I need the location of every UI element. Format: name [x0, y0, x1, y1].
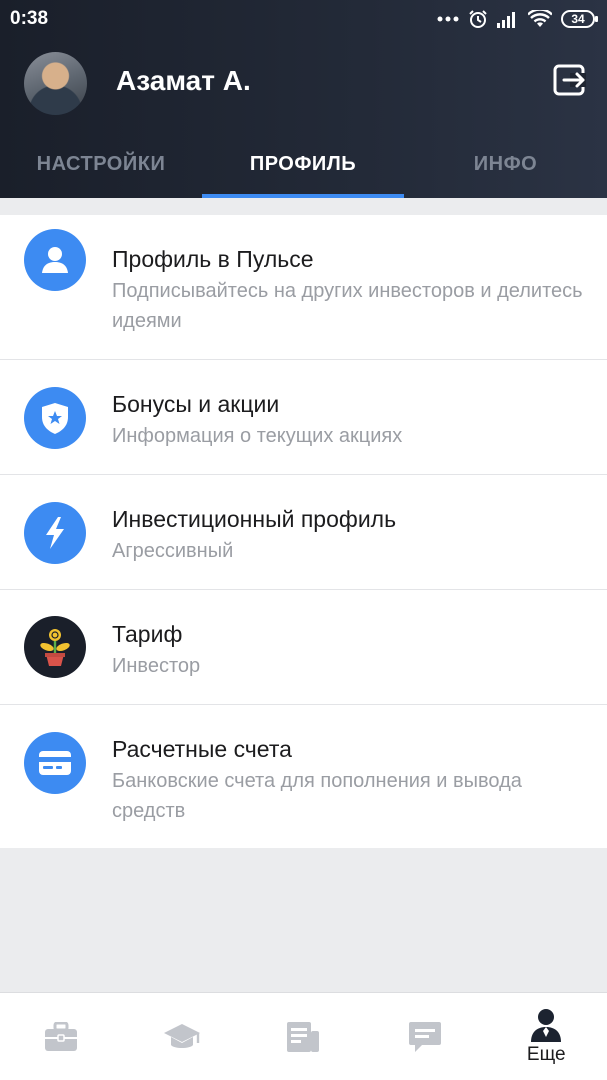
shield-star-icon	[24, 387, 86, 449]
profile-menu-list: Профиль в Пульсе Подписывайтесь на други…	[0, 215, 607, 848]
menu-item-title: Инвестиционный профиль	[112, 506, 397, 532]
menu-item-title: Профиль в Пульсе	[112, 246, 314, 272]
status-icons: 34	[437, 9, 598, 29]
nav-news[interactable]	[243, 993, 364, 1080]
nav-more-label: Еще	[526, 1044, 566, 1065]
menu-item-bonuses[interactable]: Бонусы и акции Информация о текущих акци…	[0, 360, 607, 475]
menu-item-title: Расчетные счета	[112, 736, 292, 762]
menu-item-subtitle: Агрессивный	[112, 540, 234, 562]
status-time: 0:38	[10, 8, 49, 29]
bottom-navigation: Еще	[0, 992, 607, 1080]
money-plant-icon	[24, 616, 86, 678]
news-icon	[287, 1022, 320, 1052]
lightning-icon	[24, 502, 86, 564]
profile-icon	[531, 1009, 562, 1042]
wifi-icon	[528, 10, 552, 27]
menu-item-subtitle: Банковские счета для пополнения и вывода…	[112, 770, 522, 822]
menu-item-tariff[interactable]: Тариф Инвестор	[0, 590, 607, 705]
avatar[interactable]	[24, 52, 87, 115]
briefcase-icon	[44, 1022, 77, 1051]
user-name: Азамат А.	[116, 65, 251, 96]
nav-portfolio[interactable]	[0, 993, 121, 1080]
person-icon	[24, 229, 86, 291]
tab-bar: НАСТРОЙКИ ПРОФИЛЬ ИНФО	[0, 130, 607, 198]
chat-icon	[408, 1022, 441, 1052]
tab-profile[interactable]: ПРОФИЛЬ	[202, 130, 404, 198]
signal-icon	[497, 12, 515, 28]
alarm-icon	[469, 10, 487, 28]
menu-item-subtitle: Информация о текущих акциях	[112, 425, 403, 447]
tab-info[interactable]: ИНФО	[404, 130, 607, 198]
dots-icon	[437, 16, 459, 22]
menu-item-subtitle: Подписывайтесь на других инвесторов и де…	[112, 280, 583, 332]
menu-item-pulse-profile[interactable]: Профиль в Пульсе Подписывайтесь на други…	[0, 215, 607, 360]
logout-icon[interactable]	[552, 63, 586, 97]
menu-item-title: Тариф	[112, 621, 183, 647]
graduation-cap-icon	[164, 1024, 201, 1048]
nav-more[interactable]: Еще	[486, 993, 607, 1080]
nav-chat[interactable]	[364, 993, 485, 1080]
status-bar: 0:38 34	[0, 0, 607, 38]
nav-education[interactable]	[121, 993, 242, 1080]
app-header: 0:38 34 Азамат А. НАСТРОЙКИ ПРОФИЛЬ ИНФО	[0, 0, 607, 198]
tab-settings[interactable]: НАСТРОЙКИ	[0, 130, 202, 198]
menu-item-investment-profile[interactable]: Инвестиционный профиль Агрессивный	[0, 475, 607, 590]
menu-item-title: Бонусы и акции	[112, 391, 280, 417]
menu-item-subtitle: Инвестор	[112, 655, 201, 677]
card-icon	[24, 732, 86, 794]
battery-icon: 34	[561, 10, 598, 28]
menu-item-bank-accounts[interactable]: Расчетные счета Банковские счета для поп…	[0, 705, 607, 848]
